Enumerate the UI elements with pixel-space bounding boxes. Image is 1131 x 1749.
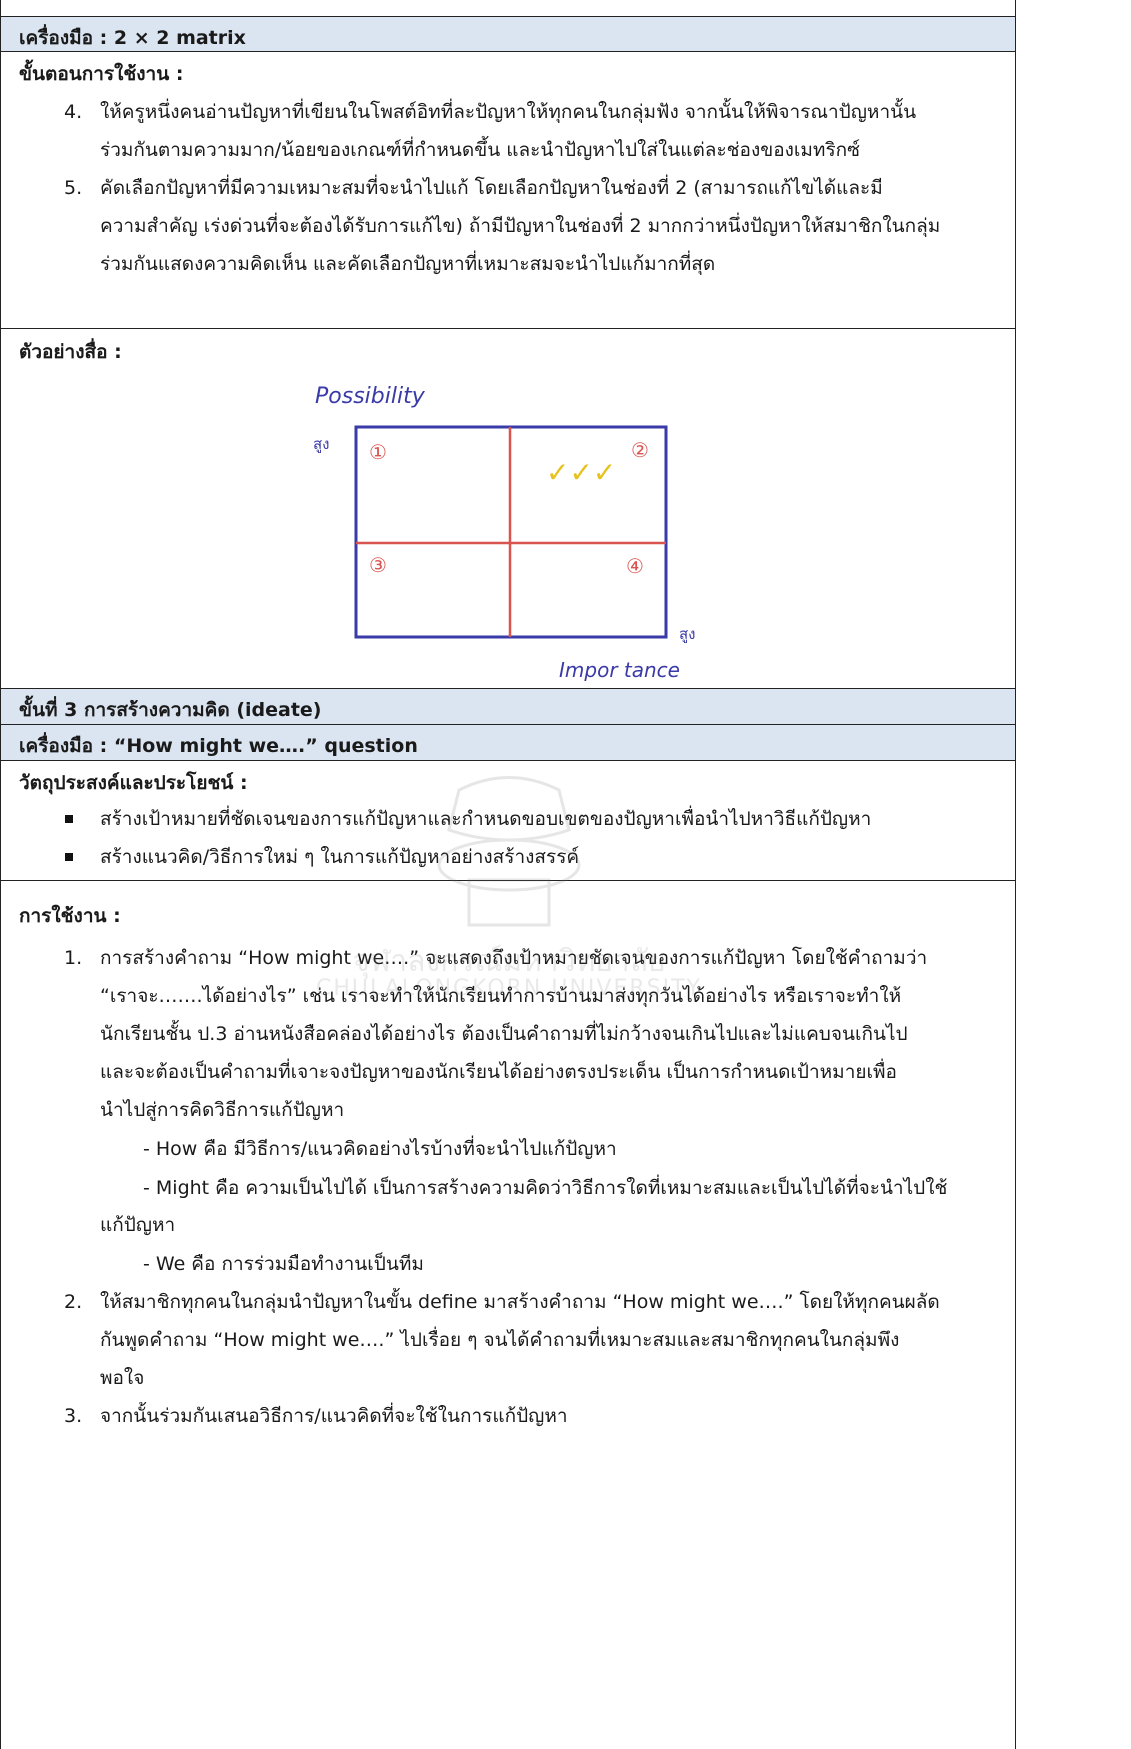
- usage-line: ให้สมาชิกทุกคนในกลุ่มนำปัญหาในขั้น defin…: [100, 1291, 940, 1313]
- step-line: ร่วมกันตามความมาก/น้อยของเกณฑ์ที่กำหนดขึ…: [100, 139, 861, 161]
- x-axis-high-label: สูง: [679, 625, 695, 643]
- objectives-heading: วัตถุประสงค์และประโยชน์ :: [19, 772, 248, 794]
- usage-text: ให้สมาชิกทุกคนในกลุ่มนำปัญหาในขั้น defin…: [100, 1283, 995, 1397]
- might-item: - Might คือ ความเป็นไปได้ เป็นการสร้างคว…: [143, 1177, 948, 1199]
- how-item: - How คือ มีวิธีการ/แนวคิดอย่างไรบ้างที่…: [143, 1138, 617, 1160]
- step-text: ให้ครูหนึ่งคนอ่านปัญหาที่เขียนในโพสต์อิท…: [100, 93, 995, 169]
- priority-matrix-diagram: Possibility สูง ① ② ③ ④ ✓✓✓ สูง Impor ta…: [313, 384, 695, 682]
- example-row: ตัวอย่างสื่อ : Possibility สูง ① ② ③ ④ ✓…: [1, 329, 1015, 689]
- y-axis-high-label: สูง: [313, 435, 329, 453]
- steps-row: ขั้นตอนการใช้งาน : 4. ให้ครูหนึ่งคนอ่านป…: [1, 52, 1015, 329]
- usage-heading: การใช้งาน :: [19, 905, 121, 927]
- bullet-icon: [65, 853, 73, 861]
- stage-header: ขั้นที่ 3 การสร้างความคิด (ideate): [19, 699, 322, 721]
- steps-heading: ขั้นตอนการใช้งาน :: [19, 63, 184, 85]
- tool-header: เครื่องมือ : 2 × 2 matrix: [19, 27, 246, 49]
- example-heading: ตัวอย่างสื่อ :: [19, 341, 122, 363]
- quadrant-4-label: ④: [626, 554, 644, 578]
- step-line: คัดเลือกปัญหาที่มีความเหมาะสมที่จะนำไปแก…: [100, 177, 883, 199]
- stage-header-row: ขั้นที่ 3 การสร้างความคิด (ideate): [1, 689, 1015, 725]
- usage-line: พอใจ: [100, 1367, 145, 1389]
- usage-text: การสร้างคำถาม “How might we….” จะแสดงถึง…: [100, 939, 995, 1129]
- quadrant-3-label: ③: [369, 553, 387, 577]
- step-number: 5.: [64, 177, 83, 199]
- tool-hmw-row: เครื่องมือ : “How might we….” question: [1, 725, 1015, 761]
- step-line: ความสำคัญ เร่งด่วนที่จะต้องได้รับการแก้ไ…: [100, 215, 941, 237]
- step-text: คัดเลือกปัญหาที่มีความเหมาะสมที่จะนำไปแก…: [100, 169, 995, 283]
- step-line: ให้ครูหนึ่งคนอ่านปัญหาที่เขียนในโพสต์อิท…: [100, 101, 917, 123]
- usage-number: 1.: [64, 947, 83, 969]
- usage-line: กันพูดคำถาม “How might we….” ไปเรื่อย ๆ …: [100, 1329, 900, 1351]
- usage-line: “เราจะ…….ได้อย่างไร” เช่น เราจะทำให้นักเ…: [100, 985, 902, 1007]
- objectives-row: วัตถุประสงค์และประโยชน์ : สร้างเป้าหมายท…: [1, 761, 1015, 881]
- quadrant-2-label: ②: [631, 438, 649, 462]
- objective-item: สร้างแนวคิด/วิธีการใหม่ ๆ ในการแก้ปัญหาอ…: [100, 846, 580, 868]
- we-item: - We คือ การร่วมมือทำงานเป็นทีม: [143, 1253, 424, 1275]
- quadrant-2-checkmarks: ✓✓✓: [546, 456, 616, 489]
- y-axis-title: Possibility: [315, 384, 426, 409]
- document-table: เครื่องมือ : 2 × 2 matrix ขั้นตอนการใช้ง…: [0, 0, 1016, 1749]
- usage-line: นักเรียนชั้น ป.3 อ่านหนังสือคล่องได้อย่า…: [100, 1023, 908, 1045]
- x-axis-title: Impor tance: [559, 658, 680, 682]
- usage-line: และจะต้องเป็นคำถามที่เจาะจงปัญหาของนักเร…: [100, 1061, 897, 1083]
- usage-number: 2.: [64, 1291, 83, 1313]
- quadrant-1-label: ①: [369, 440, 387, 464]
- usage-line: จากนั้นร่วมกันเสนอวิธีการ/แนวคิดที่จะใช้…: [100, 1405, 568, 1427]
- usage-number: 3.: [64, 1405, 83, 1427]
- step-number: 4.: [64, 101, 83, 123]
- might-item-continued: แก้ปัญหา: [100, 1214, 176, 1236]
- objective-item: สร้างเป้าหมายที่ชัดเจนของการแก้ปัญหาและก…: [100, 808, 872, 830]
- bullet-icon: [65, 815, 73, 823]
- usage-line: นำไปสู่การคิดวิธีการแก้ปัญหา: [100, 1099, 345, 1121]
- step-line: ร่วมกันแสดงความคิดเห็น และคัดเลือกปัญหาท…: [100, 253, 716, 275]
- usage-line: การสร้างคำถาม “How might we….” จะแสดงถึง…: [100, 947, 928, 969]
- usage-row: การใช้งาน : 1. การสร้างคำถาม “How might …: [1, 881, 1015, 1749]
- tool-hmw-header: เครื่องมือ : “How might we….” question: [19, 735, 418, 757]
- usage-text: จากนั้นร่วมกันเสนอวิธีการ/แนวคิดที่จะใช้…: [100, 1397, 995, 1435]
- tool-header-row: เครื่องมือ : 2 × 2 matrix: [1, 16, 1015, 52]
